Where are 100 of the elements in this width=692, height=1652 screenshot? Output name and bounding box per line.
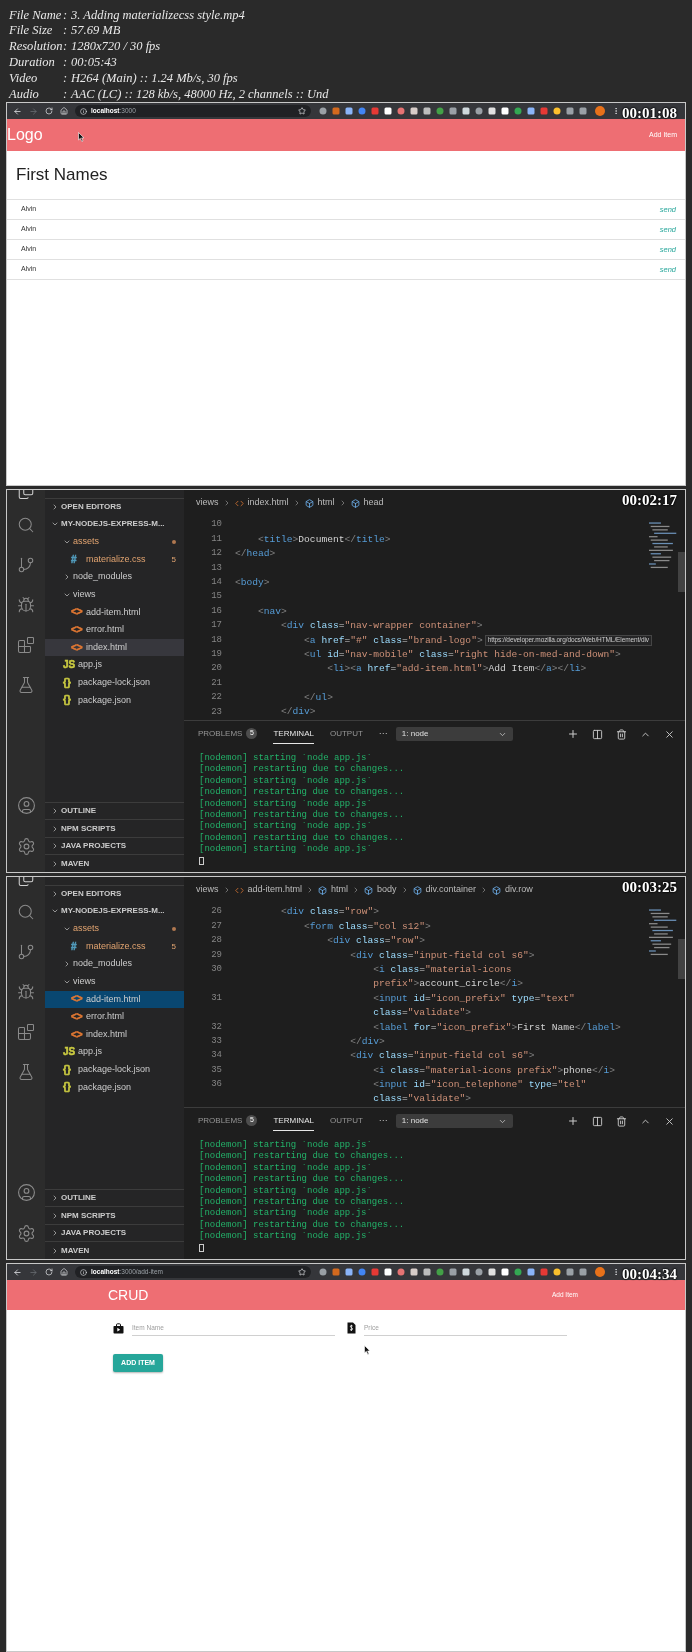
file-type-icon: <> [71, 607, 84, 618]
info-label: Video [9, 69, 39, 87]
file-item[interactable]: <> error.html [45, 621, 184, 639]
info-value: 00:05:43 [71, 53, 117, 71]
code-line: <div class="row"> [280, 907, 379, 917]
terminal-line: [nodemon] restarting due to changes... [199, 1174, 406, 1186]
breadcrumb-item[interactable]: views [196, 883, 219, 897]
info-separator: : [63, 53, 69, 71]
file-item[interactable]: {} package.json [45, 691, 184, 710]
code-line: <ul id="nav-mobile" class="right hide-on-med-and-down"> [303, 649, 621, 660]
section-title: OPEN EDITORS [61, 888, 122, 901]
line-number: 22 [210, 691, 222, 705]
folder-item[interactable]: node_modules [45, 955, 184, 973]
line-number: 21 [210, 676, 222, 690]
code-line: <body> [235, 577, 270, 588]
file-name: package.json [78, 1080, 133, 1094]
section-header[interactable]: MY-NODEJS-EXPRESS-M... [45, 902, 184, 921]
section-header[interactable]: OPEN EDITORS [45, 498, 184, 516]
info-value: 3. Adding materializecss style.mp4 [71, 6, 245, 24]
file-type-icon: {} [63, 1064, 76, 1075]
section-title: OUTLINE [61, 804, 97, 817]
code-line: <i class="material-icons [372, 964, 512, 975]
info-separator: : [63, 69, 69, 87]
timestamp: 00:02:17 [622, 493, 677, 508]
more-actions[interactable]: ··· [378, 727, 388, 741]
breadcrumb-item[interactable]: views [196, 496, 219, 510]
folder-item[interactable]: views [45, 585, 184, 604]
code-line: </head> [235, 549, 276, 559]
file-item[interactable]: <> add-item.html [45, 990, 184, 1009]
folder-item[interactable]: assets [45, 920, 184, 938]
file-item[interactable]: <> error.html [45, 1008, 184, 1026]
line-number: 16 [210, 604, 222, 618]
terminal-dropdown[interactable]: 1: node [395, 1114, 513, 1128]
file-item[interactable]: # materialize.css 5 [45, 550, 184, 569]
file-type-icon: <> [71, 624, 84, 635]
file-name: package.json [78, 693, 133, 707]
breadcrumb-item[interactable]: div.row [504, 883, 533, 897]
section-title: NPM SCRIPTS [61, 822, 116, 835]
file-item[interactable]: {} package-lock.json [45, 1060, 184, 1079]
timestamp: 00:04:34 [622, 1267, 677, 1282]
panel-tab[interactable]: TERMINAL [273, 724, 314, 744]
terminal-line: [nodemon] restarting due to changes... [199, 809, 406, 821]
file-item[interactable]: {} package.json [45, 1078, 184, 1097]
section-title: NPM SCRIPTS [61, 1209, 116, 1222]
more-actions[interactable]: ··· [378, 1114, 388, 1128]
breadcrumb-item[interactable]: head [363, 496, 384, 510]
file-item[interactable]: # materialize.css 5 [45, 937, 184, 956]
terminal-line: [nodemon] starting `node app.js` [199, 821, 373, 833]
terminal-line: [nodemon] starting `node app.js` [199, 844, 373, 856]
folder-item[interactable]: node_modules [45, 568, 184, 586]
line-number: 20 [210, 662, 222, 676]
file-name: add-item.html [86, 605, 142, 619]
file-name: add-item.html [86, 992, 142, 1006]
file-name: app.js [78, 658, 104, 672]
file-item[interactable]: {} package-lock.json [45, 673, 184, 692]
line-number: 18 [210, 633, 222, 647]
folder-item[interactable]: views [45, 972, 184, 991]
file-item[interactable]: <> index.html [45, 638, 184, 657]
section-header[interactable]: OPEN EDITORS [45, 885, 184, 903]
line-number: 28 [210, 934, 222, 948]
section-header[interactable]: MY-NODEJS-EXPRESS-M... [45, 515, 184, 534]
terminal-dropdown[interactable]: 1: node [395, 727, 513, 741]
file-type-icon: {} [63, 677, 76, 688]
breadcrumb-item[interactable]: html [317, 496, 335, 510]
line-number: 31 [210, 991, 222, 1005]
breadcrumb-item[interactable]: div.container [425, 883, 476, 897]
file-item[interactable]: JS app.js [45, 656, 184, 674]
file-item[interactable]: <> add-item.html [45, 603, 184, 622]
breadcrumb-item[interactable]: index.html [247, 496, 289, 510]
breadcrumb-item[interactable]: html [331, 883, 349, 897]
code-line: <div class="row"> [326, 936, 426, 946]
code-line: class="validate"> [372, 1008, 472, 1018]
file-item[interactable]: JS app.js [45, 1043, 184, 1061]
file-item[interactable]: <> index.html [45, 1025, 184, 1044]
section-title: MY-NODEJS-EXPRESS-M... [61, 905, 165, 918]
panel-tab[interactable]: OUTPUT [329, 1111, 363, 1131]
file-type-icon: <> [71, 1011, 84, 1022]
terminal-line: [nodemon] starting `node app.js` [199, 775, 373, 787]
panel-tab[interactable]: TERMINAL [273, 1111, 314, 1131]
line-number: 29 [210, 948, 222, 962]
line-number: 34 [210, 1049, 222, 1063]
line-number: 27 [210, 919, 222, 933]
info-separator: : [63, 38, 69, 56]
breadcrumb-item[interactable]: add-item.html [247, 883, 303, 897]
timestamp: 00:01:08 [622, 106, 677, 121]
problem-count: 5 [171, 553, 176, 566]
file-name: materialize.css [86, 552, 147, 566]
line-number: 30 [210, 963, 222, 976]
folder-item[interactable]: assets [45, 533, 184, 551]
file-type-icon: # [71, 554, 84, 565]
code-line: </ul> [303, 693, 333, 703]
file-name: package-lock.json [78, 1063, 152, 1076]
panel-tab[interactable]: OUTPUT [329, 724, 363, 744]
line-number: 17 [210, 619, 222, 633]
terminal-line: [nodemon] starting `node app.js` [199, 1185, 373, 1197]
terminal-line: [nodemon] restarting due to changes... [199, 1196, 406, 1208]
info-separator: : [63, 22, 69, 40]
breadcrumb-item[interactable]: body [377, 883, 397, 897]
info-value: 1280x720 / 30 fps [71, 38, 161, 56]
terminal-line: [nodemon] starting `node app.js` [199, 1162, 373, 1174]
